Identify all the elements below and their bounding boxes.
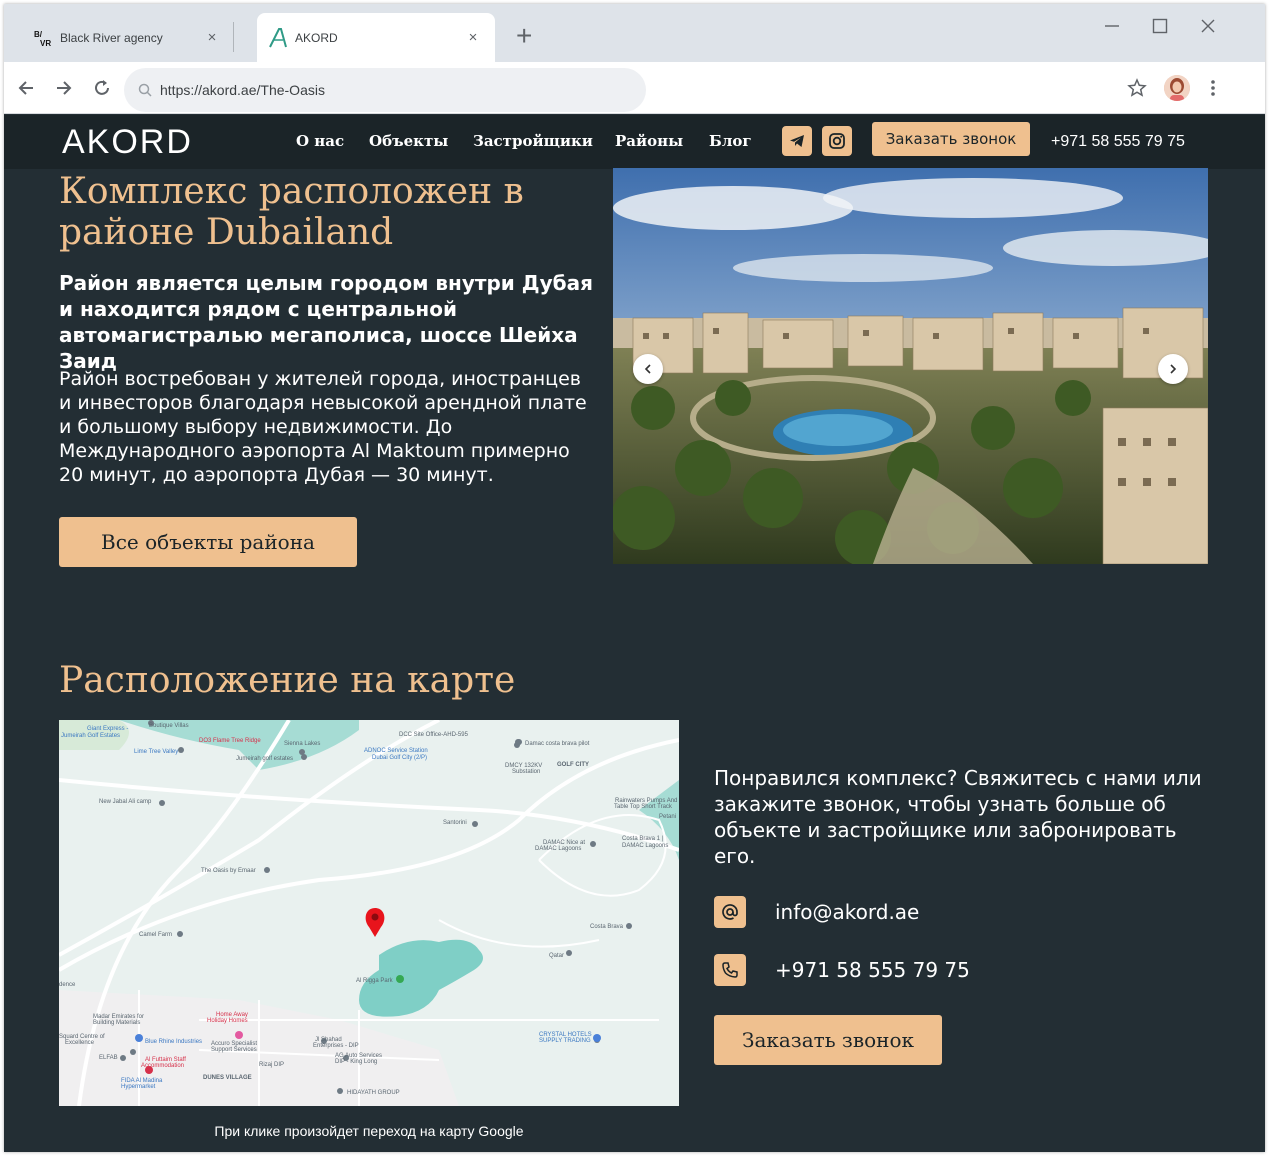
contact-cta-text: Понравился комплекс? Свяжитесь с нами ил… [714,766,1202,868]
address-bar[interactable]: https://akord.ae/The-Oasis [124,68,646,112]
svg-text:Blue Rhine Industries: Blue Rhine Industries [145,1039,202,1045]
svg-text:ADNOC Service Station: ADNOC Service Station [364,748,428,754]
svg-text:DCC Site Office-AHD-595: DCC Site Office-AHD-595 [399,732,469,738]
svg-text:Giant Express -: Giant Express - [87,726,128,732]
bookmark-star-icon[interactable] [1126,77,1148,99]
search-icon [138,83,152,97]
svg-text:Building Materials: Building Materials [93,1020,140,1026]
nav-item-districts[interactable]: Районы [615,132,683,150]
browser-toolbar: https://akord.ae/The-Oasis [4,62,1265,114]
email-icon [714,896,746,928]
svg-text:Hypermarket: Hypermarket [121,1084,156,1090]
svg-text:Rizaj DIP: Rizaj DIP [259,1062,284,1068]
svg-text:Enterprises - DIP: Enterprises - DIP [313,1043,359,1049]
svg-text:Jumeirah golf estates: Jumeirah golf estates [236,756,293,762]
svg-text:Santorini: Santorini [443,820,467,826]
svg-text:DUNES VILLAGE: DUNES VILLAGE [203,1075,252,1081]
district-subhead: Район является целым городом внутри Дуба… [59,271,593,373]
svg-text:Petani: Petani [659,814,676,820]
tab-strip: B/VR Black River agency × AKORD × + [4,4,1265,62]
svg-text:DO3 Flame Tree Ridge: DO3 Flame Tree Ridge [199,738,261,744]
chevron-left-icon [644,364,651,374]
order-call-button[interactable]: Заказать звонок [714,1015,942,1065]
nav-item-developers[interactable]: Застройщики [473,132,593,150]
nav-item-blog[interactable]: Блог [709,132,752,150]
kebab-menu-icon[interactable] [1204,78,1222,98]
akord-logo[interactable]: AKORD [62,123,193,162]
svg-text:dence: dence [59,982,76,988]
telegram-icon[interactable] [782,126,812,156]
tab-black-river[interactable]: B/VR Black River agency × [4,13,234,62]
instagram-icon[interactable] [822,126,852,156]
new-tab-button[interactable]: + [516,22,532,50]
svg-text:B/: B/ [34,30,43,39]
district-photo [613,168,1208,564]
svg-text:DAMAC Lagoons: DAMAC Lagoons [622,843,668,849]
map-click-note: При клике произойдет переход на карту Go… [214,1123,524,1139]
svg-text:Qatar: Qatar [549,953,564,959]
tab-title: Black River agency [60,30,163,45]
svg-text:ELFAB: ELFAB [99,1055,118,1061]
svg-text:HIDAYATH GROUP: HIDAYATH GROUP [347,1090,400,1096]
svg-text:Damac costa brava pilot: Damac costa brava pilot [525,741,590,747]
tab-divider [233,22,234,52]
svg-text:Excellence: Excellence [65,1040,95,1046]
svg-text:Jumeirah Golf Estates: Jumeirah Golf Estates [61,733,120,739]
svg-text:SUPPLY TRADING: SUPPLY TRADING [539,1038,591,1044]
google-map[interactable]: Giant Express - Jumeirah Golf Estates Bo… [59,720,679,1106]
svg-text:Sienna Lakes: Sienna Lakes [284,741,320,747]
header-phone-link[interactable]: +971 58 555 79 75 [1051,133,1185,151]
map-canvas: Giant Express - Jumeirah Golf Estates Bo… [59,720,679,1106]
svg-text:GOLF CITY: GOLF CITY [557,762,589,768]
chevron-right-icon [1170,364,1177,374]
carousel-prev-button[interactable] [633,354,663,384]
profile-avatar[interactable] [1164,75,1190,101]
svg-text:Substation: Substation [512,769,540,775]
svg-text:Camel Farm: Camel Farm [139,932,172,938]
back-arrow-icon[interactable] [14,76,38,100]
phone-icon [714,954,746,986]
tab-title: AKORD [295,30,338,45]
address-url: https://akord.ae/The-Oasis [160,82,325,98]
contact-phone-link[interactable]: +971 58 555 79 75 [775,958,970,982]
district-description: Район востребован у жителей города, инос… [59,368,587,486]
svg-text:Lime Tree Valley: Lime Tree Valley [134,749,178,755]
svg-text:Costa Brava: Costa Brava [590,924,624,930]
minimize-button[interactable] [1100,18,1124,39]
district-photo-carousel [613,168,1208,564]
close-icon[interactable]: × [202,29,222,46]
tab-akord[interactable]: AKORD × [257,13,495,62]
svg-text:The Oasis by Emaar: The Oasis by Emaar [201,868,256,874]
svg-text:Support Services: Support Services [211,1047,257,1053]
black-river-favicon-icon: B/VR [32,27,54,49]
contact-email-link[interactable]: info@akord.ae [775,900,919,924]
reload-icon[interactable] [90,76,114,100]
svg-text:DIP - King Long: DIP - King Long [335,1059,377,1065]
svg-text:Holiday Homes: Holiday Homes [207,1018,248,1024]
district-headline: Комплекс расположен в районе Dubailand [59,171,524,253]
header-call-button[interactable]: Заказать звонок [872,122,1030,156]
akord-favicon-icon [267,27,289,49]
svg-text:New Jabal Ali camp: New Jabal Ali camp [99,799,152,805]
forward-arrow-icon[interactable] [52,76,76,100]
svg-text:Accommodation: Accommodation [141,1063,184,1069]
svg-text:Boutique Villas: Boutique Villas [149,723,189,729]
svg-text:VR: VR [40,39,51,47]
site-header: AKORD О нас Объекты Застройщики Районы Б… [4,115,1265,169]
close-icon[interactable]: × [463,29,483,46]
nav-item-objects[interactable]: Объекты [369,132,448,150]
svg-text:Costa Brava 1 |: Costa Brava 1 | [622,836,664,842]
maximize-button[interactable] [1148,18,1172,39]
map-section-title: Расположение на карте [59,660,516,701]
all-district-objects-button[interactable]: Все объекты района [59,517,357,567]
carousel-next-button[interactable] [1158,354,1188,384]
browser-window: B/VR Black River agency × AKORD × + http… [4,4,1265,1152]
close-window-button[interactable] [1196,18,1220,39]
svg-text:Al Rigga Park: Al Rigga Park [356,978,394,984]
svg-text:Dubai Golf City (2/P): Dubai Golf City (2/P) [372,755,427,761]
svg-text:Table Top Short Track: Table Top Short Track [614,804,673,810]
nav-item-about[interactable]: О нас [296,132,344,150]
svg-text:DAMAC Lagoons: DAMAC Lagoons [535,846,581,852]
